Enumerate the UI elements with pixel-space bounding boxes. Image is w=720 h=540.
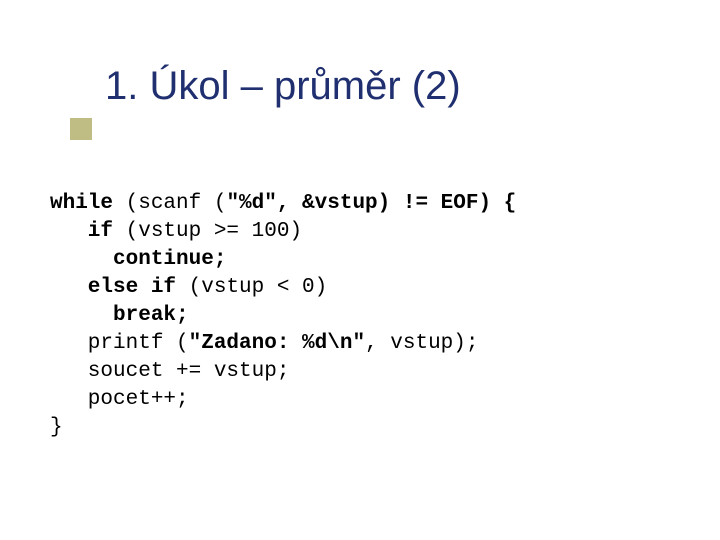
- kw-else-if: else if: [50, 276, 176, 299]
- code-text: (scanf (: [113, 192, 226, 215]
- title-accent-square: [70, 118, 92, 140]
- code-text: }: [50, 416, 63, 439]
- slide-title: 1. Úkol – průměr (2): [105, 64, 461, 109]
- code-text: printf (: [50, 332, 189, 355]
- code-text: (vstup >= 100): [113, 220, 302, 243]
- code-text: , vstup);: [365, 332, 478, 355]
- kw-continue: continue;: [50, 248, 226, 271]
- code-block: while (scanf ("%d", &vstup) != EOF) { if…: [50, 190, 516, 442]
- kw-break: break;: [50, 304, 189, 327]
- kw-while: while: [50, 192, 113, 215]
- string-literal: "Zadano: %d\n": [189, 332, 365, 355]
- code-text: soucet += vstup;: [50, 360, 289, 383]
- code-text: (vstup < 0): [176, 276, 327, 299]
- slide: 1. Úkol – průměr (2) while (scanf ("%d",…: [0, 0, 720, 540]
- code-text-bold: "%d", &vstup) != EOF) {: [226, 192, 516, 215]
- code-text: pocet++;: [50, 388, 189, 411]
- title-wrap: 1. Úkol – průměr (2): [105, 64, 461, 109]
- kw-if: if: [50, 220, 113, 243]
